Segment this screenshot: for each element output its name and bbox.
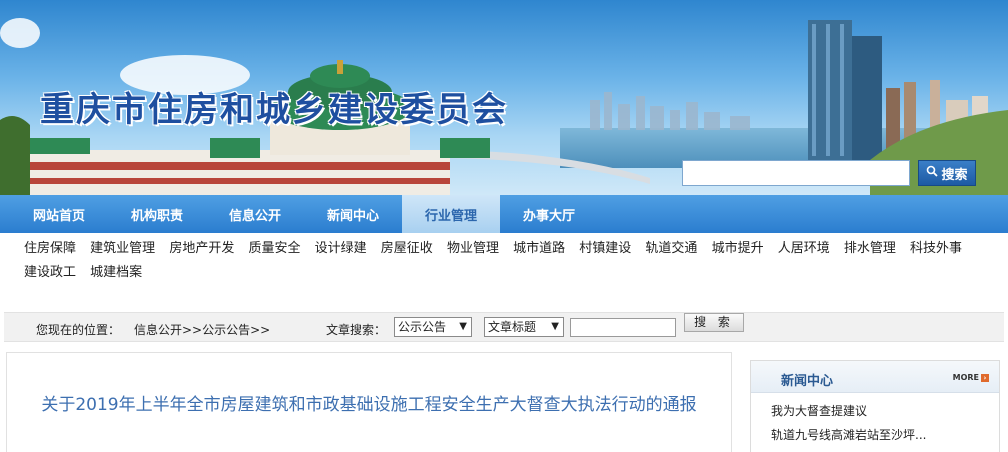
- nav-home[interactable]: 网站首页: [10, 195, 108, 233]
- site-search: 搜索: [682, 160, 976, 186]
- subnav-item-quality-safety[interactable]: 质量安全: [248, 237, 300, 261]
- site-title: 重庆市住房和城乡建设委员会: [40, 90, 508, 130]
- breadcrumb[interactable]: 信息公开>>公示公告>>: [134, 321, 270, 338]
- category-select[interactable]: 公示公告 ▼: [394, 317, 472, 337]
- category-select-value: 公示公告: [398, 320, 447, 334]
- arrow-right-icon: ›: [981, 373, 989, 382]
- site-search-input[interactable]: [682, 160, 910, 186]
- subnav-item-housing-security[interactable]: 住房保障: [24, 237, 76, 261]
- search-icon: [926, 165, 939, 181]
- location-bar: 您现在的位置： 信息公开>>公示公告>> 文章搜索： 公示公告 ▼ 文章标题 ▼…: [4, 312, 1004, 342]
- subnav-item-drainage[interactable]: 排水管理: [844, 237, 896, 261]
- keyword-input[interactable]: [570, 318, 676, 337]
- article-search-label: 文章搜索：: [326, 323, 387, 337]
- nav-industry-management[interactable]: 行业管理: [402, 195, 500, 233]
- field-select-value: 文章标题: [488, 320, 537, 334]
- subnav-item-living-environment[interactable]: 人居环境: [778, 237, 830, 261]
- news-sidebar: 新闻中心 MORE › 我为大督查提建议 轨道九号线高滩岩站至沙坪...: [750, 360, 1000, 452]
- subnav-item-construction[interactable]: 建筑业管理: [90, 237, 155, 261]
- subnav-item-urban-roads[interactable]: 城市道路: [513, 237, 565, 261]
- news-list: 我为大督查提建议 轨道九号线高滩岩站至沙坪...: [751, 393, 999, 447]
- subnav-item-archives[interactable]: 城建档案: [90, 261, 142, 285]
- subnav-item-expropriation[interactable]: 房屋征收: [381, 237, 433, 261]
- subnav-item-design-green[interactable]: 设计绿建: [315, 237, 367, 261]
- sub-nav: 住房保障 建筑业管理 房地产开发 质量安全 设计绿建 房屋征收 物业管理 城市道…: [0, 233, 1008, 289]
- more-label: MORE: [952, 373, 979, 382]
- more-link[interactable]: MORE ›: [953, 373, 989, 382]
- site-search-button-label: 搜索: [941, 167, 968, 183]
- subnav-item-rail-transit[interactable]: 轨道交通: [645, 237, 697, 261]
- nav-info-disclosure[interactable]: 信息公开: [206, 195, 304, 233]
- subnav-item-tech-foreign[interactable]: 科技外事: [910, 237, 962, 261]
- subnav-item-real-estate[interactable]: 房地产开发: [169, 237, 234, 261]
- site-search-button[interactable]: 搜索: [918, 160, 976, 186]
- nav-news-center[interactable]: 新闻中心: [304, 195, 402, 233]
- subnav-item-city-upgrade[interactable]: 城市提升: [712, 237, 764, 261]
- subnav-item-political-work[interactable]: 建设政工: [24, 261, 76, 285]
- nav-org-duties[interactable]: 机构职责: [108, 195, 206, 233]
- news-item[interactable]: 轨道九号线高滩岩站至沙坪...: [771, 423, 999, 447]
- subnav-item-village-town[interactable]: 村镇建设: [579, 237, 631, 261]
- main-nav: 网站首页 机构职责 信息公开 新闻中心 行业管理 办事大厅: [0, 195, 1008, 233]
- news-heading: 新闻中心: [781, 374, 834, 389]
- dropdown-arrow-icon: ▼: [459, 321, 467, 332]
- news-header: 新闻中心 MORE ›: [751, 361, 999, 393]
- field-select[interactable]: 文章标题 ▼: [484, 317, 564, 337]
- nav-service-hall[interactable]: 办事大厅: [500, 195, 598, 233]
- article-search-button[interactable]: 搜 索: [684, 313, 744, 332]
- article-title: 关于2019年上半年全市房屋建筑和市政基础设施工程安全生产大督查大执法行动的通报: [41, 395, 697, 415]
- dropdown-arrow-icon: ▼: [551, 321, 559, 332]
- subnav-item-property-mgmt[interactable]: 物业管理: [447, 237, 499, 261]
- location-label: 您现在的位置：: [36, 323, 121, 337]
- article-panel: 关于2019年上半年全市房屋建筑和市政基础设施工程安全生产大督查大执法行动的通报: [6, 352, 732, 452]
- site-banner: 重庆市住房和城乡建设委员会 搜索: [0, 0, 1008, 195]
- news-item[interactable]: 我为大督查提建议: [771, 399, 999, 423]
